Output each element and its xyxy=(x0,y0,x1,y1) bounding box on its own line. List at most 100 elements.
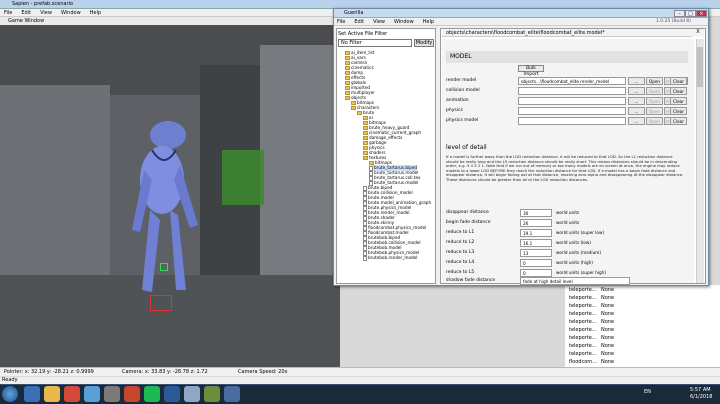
lod-row: disappear distance 30 world units xyxy=(446,209,580,217)
list-item-value: None xyxy=(601,351,615,357)
list-item-value: None xyxy=(601,327,615,333)
browse-button[interactable]: ... xyxy=(628,117,645,125)
list-item: teleporte... xyxy=(569,295,597,301)
sapien-taskbar-icon[interactable] xyxy=(184,386,200,402)
clock-time[interactable]: 5:57 AM xyxy=(690,387,711,393)
begin-fade-input[interactable]: 26 xyxy=(520,219,552,227)
sapien-status-bar: Pointer: x: 32.19 y: -28.21 z: 0.9999 Ca… xyxy=(0,367,720,376)
app-icon[interactable] xyxy=(124,386,140,402)
explorer-icon[interactable] xyxy=(44,386,60,402)
list-item: teleporte... xyxy=(569,287,597,293)
clear-button[interactable]: Clear xyxy=(670,87,687,95)
list-item-value: None xyxy=(601,311,615,317)
model-section-header: MODEL xyxy=(446,51,688,63)
list-item-value: None xyxy=(601,303,615,309)
lod-row: reduce to L2 16.1 world units (low) xyxy=(446,239,591,247)
open-button[interactable]: Open xyxy=(646,87,663,95)
system-tray: EN 5:57 AM 6/1/2018 xyxy=(640,386,720,402)
game-viewport[interactable] xyxy=(0,25,340,367)
guerilla-menu-view[interactable]: View xyxy=(373,18,385,25)
guerilla-title-bar[interactable]: Guerilla – □ × xyxy=(334,9,708,18)
filter-label: Set Active File Filter xyxy=(338,31,388,37)
physics-model-field[interactable] xyxy=(518,117,626,125)
render-model-field[interactable]: objects...\floodcombat_elite.render_mode… xyxy=(518,77,626,85)
reduce-l1-input[interactable]: 19.1 xyxy=(520,229,552,237)
elite-model[interactable] xyxy=(130,110,200,300)
guerilla-menu-window[interactable]: Window xyxy=(394,18,414,25)
lod-row: begin fade distance 26 world units xyxy=(446,219,580,227)
sapien-menu-view[interactable]: View xyxy=(40,9,52,16)
clear-button[interactable]: Clear xyxy=(670,117,687,125)
list-item-value: None xyxy=(601,359,615,365)
clock-date[interactable]: 6/1/2018 xyxy=(690,394,712,400)
collision-model-field[interactable] xyxy=(518,87,626,95)
bulk-import-button[interactable]: Bulk Import xyxy=(518,65,544,77)
close-button[interactable]: × xyxy=(696,10,707,17)
lod-row: reduce to L3 13 world units (medium) xyxy=(446,249,601,257)
scrollbar-thumb[interactable] xyxy=(697,47,703,87)
list-item: teleporte... xyxy=(569,303,597,309)
field-render-model: render model objects...\floodcombat_elit… xyxy=(446,77,688,86)
ready-status: Ready xyxy=(0,377,720,384)
reduce-l4-input[interactable]: 0 xyxy=(520,259,552,267)
app-icon[interactable] xyxy=(104,386,120,402)
clear-button[interactable]: Clear xyxy=(670,107,687,115)
open-button[interactable]: Open xyxy=(646,107,663,115)
clear-button[interactable]: Clear xyxy=(670,77,687,85)
spotify-icon[interactable] xyxy=(144,386,160,402)
document-tab[interactable]: objects\characters\floodcombat_elite\flo… xyxy=(442,29,692,37)
field-animation: animation ... Open Import xyxy=(446,97,688,106)
guerilla-menu-bar: File Edit View Window Help xyxy=(334,18,708,26)
guerilla-taskbar-icon[interactable] xyxy=(204,386,220,402)
reduce-l3-input[interactable]: 13 xyxy=(520,249,552,257)
list-item-value: None xyxy=(601,287,615,293)
app-icon[interactable] xyxy=(164,386,180,402)
clear-button[interactable]: Clear xyxy=(670,97,687,105)
app-icon[interactable] xyxy=(84,386,100,402)
lod-description: If a model is further away than the LOD … xyxy=(446,154,684,182)
sapien-menu-file[interactable]: File xyxy=(4,9,12,16)
tab-close-button[interactable]: X xyxy=(692,29,704,37)
reduce-l5-input[interactable]: 0 xyxy=(520,269,552,277)
sapien-menu-help[interactable]: Help xyxy=(90,9,101,16)
open-button[interactable]: Open xyxy=(646,97,663,105)
background-property-list: teleporte... None teleporte... None tele… xyxy=(565,285,720,367)
file-filter-select[interactable]: No Filter xyxy=(338,39,412,47)
list-item: teleporte... xyxy=(569,311,597,317)
start-button[interactable] xyxy=(2,386,18,402)
chrome-icon[interactable] xyxy=(64,386,80,402)
lod-section-header: level of detail xyxy=(446,144,487,151)
guerilla-menu-file[interactable]: File xyxy=(337,18,345,25)
disappear-distance-input[interactable]: 30 xyxy=(520,209,552,217)
browse-button[interactable]: ... xyxy=(628,87,645,95)
reduce-l2-input[interactable]: 16.1 xyxy=(520,239,552,247)
browse-button[interactable]: ... xyxy=(628,107,645,115)
modify-button[interactable]: Modify xyxy=(414,39,434,47)
list-item-value: None xyxy=(601,319,615,325)
field-physics-model: physics model ... Open Import xyxy=(446,117,688,126)
guerilla-menu-edit[interactable]: Edit xyxy=(354,18,364,25)
file-tree: ai_item_list ai_vars camera cinematics d… xyxy=(337,50,435,282)
browse-button[interactable]: ... xyxy=(628,77,645,85)
sapien-menu-window[interactable]: Window xyxy=(61,9,81,16)
game-window-label: Game Window xyxy=(0,17,340,25)
open-button[interactable]: Open xyxy=(646,77,663,85)
list-item: floodcom... xyxy=(569,359,597,365)
shadow-fade-select[interactable]: fade at high detail level xyxy=(520,277,630,285)
physics-field[interactable] xyxy=(518,107,626,115)
app-icon[interactable] xyxy=(224,386,240,402)
minimize-button[interactable]: – xyxy=(674,10,685,17)
animation-field[interactable] xyxy=(518,97,626,105)
lod-row: reduce to L4 0 world units (high) xyxy=(446,259,593,267)
list-item-value: None xyxy=(601,295,615,301)
open-button[interactable]: Open xyxy=(646,117,663,125)
ie-icon[interactable] xyxy=(24,386,40,402)
language-indicator[interactable]: EN xyxy=(644,389,651,395)
list-item: teleporte... xyxy=(569,335,597,341)
browse-button[interactable]: ... xyxy=(628,97,645,105)
sapien-menu-edit[interactable]: Edit xyxy=(21,9,31,16)
maximize-button[interactable]: □ xyxy=(685,10,696,17)
guerilla-menu-help[interactable]: Help xyxy=(423,18,434,25)
tree-item[interactable]: brutebob.render_model xyxy=(363,255,417,261)
lod-row: reduce to L1 19.1 world units (super low) xyxy=(446,229,605,237)
